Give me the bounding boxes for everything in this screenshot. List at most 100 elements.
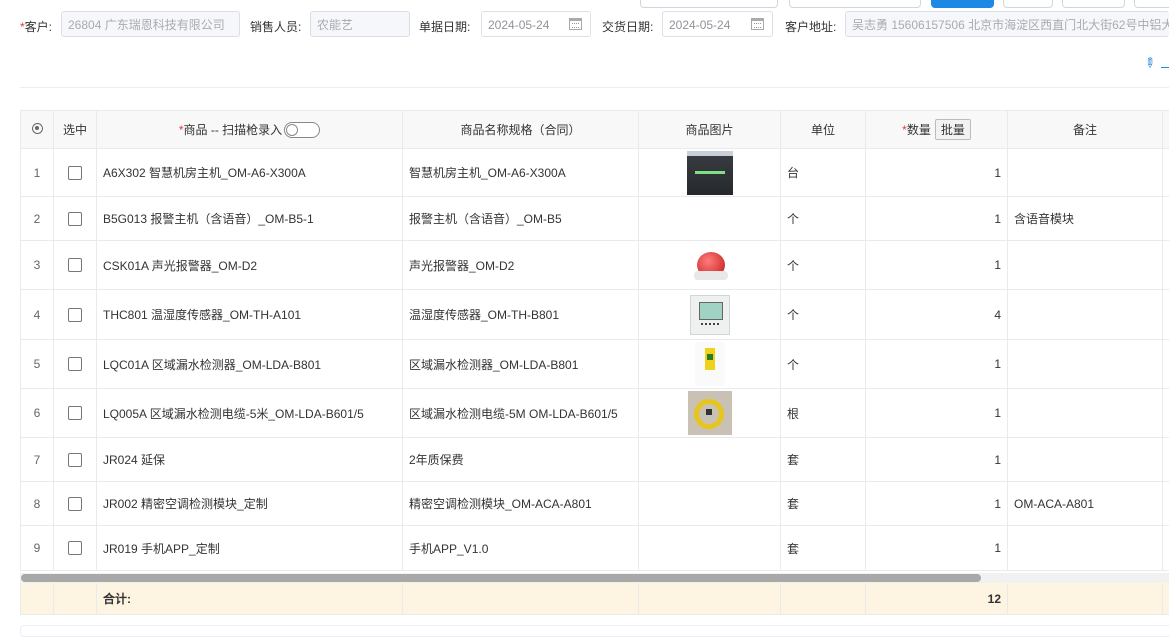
cell-remark[interactable] bbox=[1008, 241, 1163, 290]
cell-unit: 个 bbox=[781, 340, 866, 389]
sales-field[interactable]: 农能艺 bbox=[310, 11, 410, 37]
cell-remark[interactable] bbox=[1008, 149, 1163, 197]
table-row[interactable]: 3 CSK01A 声光报警器_OM-D2 声光报警器_OM-D2 个 1 bbox=[21, 241, 1169, 290]
cell-image[interactable] bbox=[639, 389, 781, 438]
cell-spec[interactable]: 温湿度传感器_OM-TH-B801 bbox=[403, 290, 639, 340]
cell-qty[interactable]: 4 bbox=[866, 290, 1008, 340]
cell-spec[interactable]: 智慧机房主机_OM-A6-X300A bbox=[403, 149, 639, 197]
table-row[interactable]: 9 JR019 手机APP_定制 手机APP_V1.0 套 1 bbox=[21, 526, 1169, 571]
cell-remark[interactable] bbox=[1008, 389, 1163, 438]
doc-date-field[interactable]: 2024-05-24 bbox=[481, 11, 591, 37]
delivery-date-field[interactable]: 2024-05-24 bbox=[662, 11, 773, 37]
table-row[interactable]: 4 THC801 温湿度传感器_OM-TH-A101 温湿度传感器_OM-TH-… bbox=[21, 290, 1169, 340]
row-select-checkbox[interactable] bbox=[54, 438, 97, 482]
cell-product[interactable]: THC801 温湿度传感器_OM-TH-A101 bbox=[97, 290, 403, 340]
row-select-checkbox[interactable] bbox=[54, 482, 97, 526]
row-index: 6 bbox=[21, 389, 54, 438]
cell-image[interactable] bbox=[639, 526, 781, 571]
cell-spec[interactable]: 报警主机（含语音）_OM-B5 bbox=[403, 197, 639, 241]
address-field[interactable]: 吴志勇 15606157506 北京市海淀区西直门北大街62号中铝大 bbox=[845, 11, 1169, 37]
upload-link[interactable] bbox=[1161, 55, 1169, 68]
row-select-checkbox[interactable] bbox=[54, 197, 97, 241]
cell-spec[interactable]: 声光报警器_OM-D2 bbox=[403, 241, 639, 290]
toolbar-button[interactable] bbox=[789, 0, 921, 8]
calendar-icon[interactable] bbox=[751, 18, 764, 30]
scanner-toggle[interactable] bbox=[284, 122, 320, 138]
product-image-thermo[interactable] bbox=[690, 295, 730, 335]
cell-image[interactable] bbox=[639, 197, 781, 241]
cell-remark[interactable] bbox=[1008, 438, 1163, 482]
table-footer-row: 合计: 12 bbox=[21, 583, 1169, 615]
calendar-icon[interactable] bbox=[569, 18, 582, 30]
cell-image[interactable] bbox=[639, 340, 781, 389]
toolbar-button[interactable] bbox=[640, 0, 778, 8]
cell-qty[interactable]: 1 bbox=[866, 340, 1008, 389]
cell-spec[interactable]: 区域漏水检测器_OM-LDA-B801 bbox=[403, 340, 639, 389]
table-row[interactable]: 7 JR024 延保 2年质保费 套 1 bbox=[21, 438, 1169, 482]
customer-field[interactable]: 26804 广东瑞恩科技有限公司 bbox=[61, 11, 240, 37]
row-select-checkbox[interactable] bbox=[54, 526, 97, 571]
cell-remark[interactable] bbox=[1008, 290, 1163, 340]
row-index: 3 bbox=[21, 241, 54, 290]
column-settings[interactable] bbox=[21, 111, 54, 149]
cell-product[interactable]: CSK01A 声光报警器_OM-D2 bbox=[97, 241, 403, 290]
header-selected: 选中 bbox=[54, 111, 97, 149]
product-image-leak[interactable] bbox=[695, 342, 725, 386]
horizontal-scrollbar[interactable] bbox=[20, 573, 1169, 583]
product-image-alarm[interactable] bbox=[691, 247, 729, 283]
table-row[interactable]: 2 B5G013 报警主机（含语音）_OM-B5-1 报警主机（含语音）_OM-… bbox=[21, 197, 1169, 241]
row-select-checkbox[interactable] bbox=[54, 290, 97, 340]
cell-product[interactable]: JR019 手机APP_定制 bbox=[97, 526, 403, 571]
toolbar-primary-button[interactable] bbox=[931, 0, 994, 8]
cell-remark[interactable]: 含语音模块 bbox=[1008, 197, 1163, 241]
toolbar-button[interactable] bbox=[1062, 0, 1125, 8]
toolbar-button[interactable] bbox=[1003, 0, 1053, 8]
cell-qty[interactable]: 1 bbox=[866, 241, 1008, 290]
address-label: 客户地址: bbox=[785, 18, 836, 35]
table-row[interactable]: 5 LQC01A 区域漏水检测器_OM-LDA-B801 区域漏水检测器_OM-… bbox=[21, 340, 1169, 389]
table-row[interactable]: 8 JR002 精密空调检测模块_定制 精密空调检测模块_OM-ACA-A801… bbox=[21, 482, 1169, 526]
cell-qty[interactable]: 1 bbox=[866, 482, 1008, 526]
row-select-checkbox[interactable] bbox=[54, 149, 97, 197]
cell-qty[interactable]: 1 bbox=[866, 526, 1008, 571]
cell-remark[interactable]: OM-ACA-A801 bbox=[1008, 482, 1163, 526]
product-image-host[interactable] bbox=[687, 151, 733, 195]
cell-unit: 套 bbox=[781, 438, 866, 482]
cell-qty[interactable]: 1 bbox=[866, 197, 1008, 241]
cell-product[interactable]: JR024 延保 bbox=[97, 438, 403, 482]
product-image-cable[interactable] bbox=[688, 391, 732, 435]
cell-qty[interactable]: 1 bbox=[866, 438, 1008, 482]
cell-image[interactable] bbox=[639, 482, 781, 526]
cell-image[interactable] bbox=[639, 241, 781, 290]
cell-image[interactable] bbox=[639, 438, 781, 482]
row-select-checkbox[interactable] bbox=[54, 389, 97, 438]
row-select-checkbox[interactable] bbox=[54, 241, 97, 290]
table-row[interactable]: 6 LQ005A 区域漏水检测电缆-5米_OM-LDA-B601/5 区域漏水检… bbox=[21, 389, 1169, 438]
settings-icon[interactable] bbox=[32, 123, 43, 134]
cell-qty[interactable]: 1 bbox=[866, 149, 1008, 197]
cell-product[interactable]: LQC01A 区域漏水检测器_OM-LDA-B801 bbox=[97, 340, 403, 389]
toolbar-button[interactable] bbox=[1134, 0, 1169, 8]
cell-product[interactable]: LQ005A 区域漏水检测电缆-5米_OM-LDA-B601/5 bbox=[97, 389, 403, 438]
cell-image[interactable] bbox=[639, 149, 781, 197]
batch-button[interactable]: 批量 bbox=[935, 119, 971, 140]
cell-product[interactable]: JR002 精密空调检测模块_定制 bbox=[97, 482, 403, 526]
row-select-checkbox[interactable] bbox=[54, 340, 97, 389]
table-row[interactable]: 1 A6X302 智慧机房主机_OM-A6-X300A 智慧机房主机_OM-A6… bbox=[21, 149, 1169, 197]
cell-spec[interactable]: 精密空调检测模块_OM-ACA-A801 bbox=[403, 482, 639, 526]
row-index: 5 bbox=[21, 340, 54, 389]
paperclip-icon[interactable]: ✎ bbox=[1140, 53, 1159, 72]
cell-spec[interactable]: 2年质保费 bbox=[403, 438, 639, 482]
cell-remark[interactable] bbox=[1008, 526, 1163, 571]
cell-overflow bbox=[1163, 482, 1169, 526]
cell-image[interactable] bbox=[639, 290, 781, 340]
cell-spec[interactable]: 手机APP_V1.0 bbox=[403, 526, 639, 571]
scrollbar-thumb[interactable] bbox=[21, 574, 981, 582]
cell-qty[interactable]: 1 bbox=[866, 389, 1008, 438]
cell-product[interactable]: B5G013 报警主机（含语音）_OM-B5-1 bbox=[97, 197, 403, 241]
cell-unit: 套 bbox=[781, 482, 866, 526]
footer-total-label: 合计: bbox=[97, 583, 403, 615]
cell-product[interactable]: A6X302 智慧机房主机_OM-A6-X300A bbox=[97, 149, 403, 197]
cell-remark[interactable] bbox=[1008, 340, 1163, 389]
cell-spec[interactable]: 区域漏水检测电缆-5M OM-LDA-B601/5 bbox=[403, 389, 639, 438]
